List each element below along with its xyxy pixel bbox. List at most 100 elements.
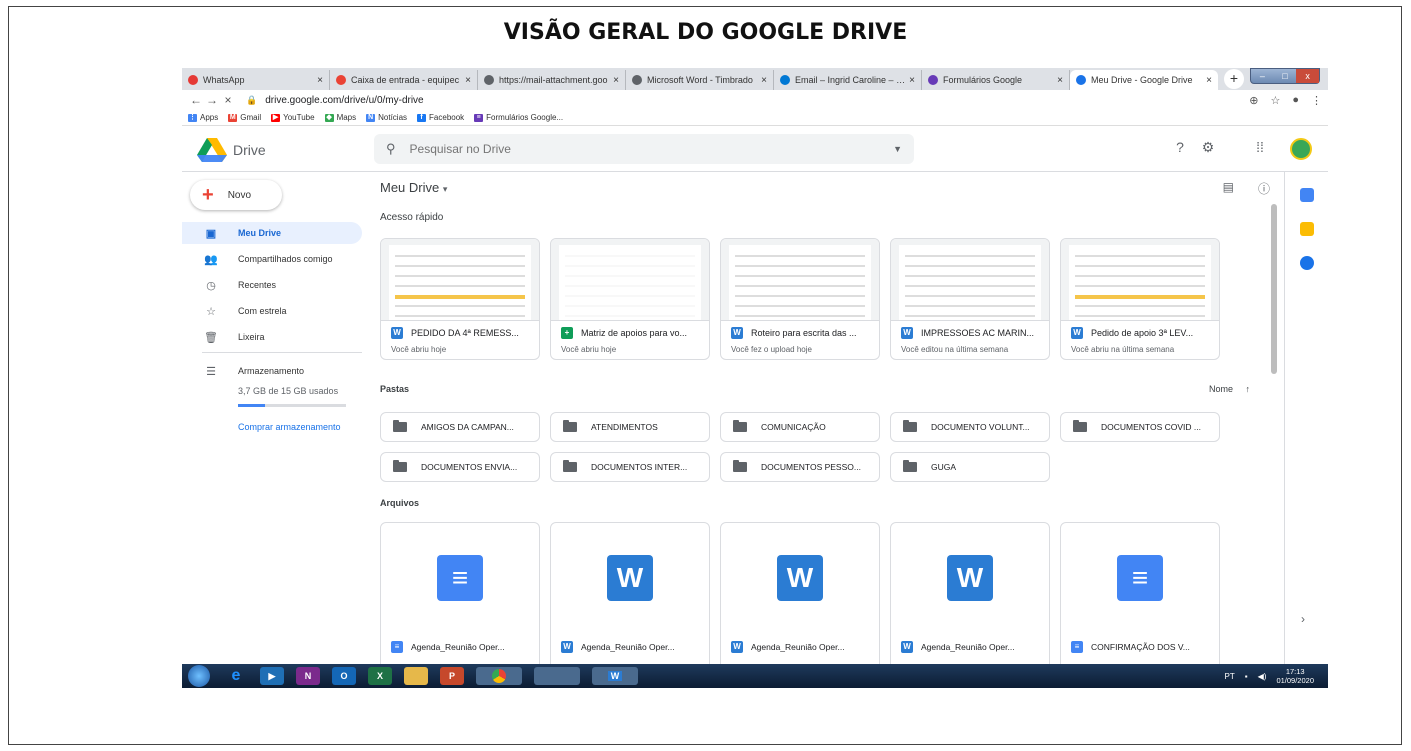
tab-close-icon[interactable]: × — [465, 75, 471, 86]
clock[interactable]: 17:13 01/09/2020 — [1276, 667, 1314, 685]
network-icon[interactable]: ▪ — [1245, 672, 1248, 681]
folder-item[interactable]: DOCUMENTOS COVID ... — [1060, 412, 1220, 442]
file-card[interactable]: ≡ ≡ CONFIRMAÇÃO DOS V... — [1060, 522, 1220, 664]
quick-access-card[interactable]: + Matriz de apoios para vo... Você abriu h… — [550, 238, 710, 360]
bookmark-4[interactable]: N Notícias — [366, 113, 407, 122]
word-icon[interactable]: W — [592, 667, 638, 685]
profile-icon[interactable]: ● — [1292, 94, 1299, 107]
language-indicator[interactable]: PT — [1225, 672, 1235, 681]
powerpoint-icon[interactable]: P — [440, 667, 464, 685]
volume-icon[interactable]: ◀) — [1258, 672, 1267, 681]
search-box[interactable]: ⚲ ▼ — [374, 134, 914, 164]
tab-3[interactable]: Microsoft Word - Timbrado × — [626, 70, 774, 90]
folder-item[interactable]: DOCUMENTOS INTER... — [550, 452, 710, 482]
new-tab-button[interactable]: + — [1224, 69, 1244, 89]
folder-icon — [563, 460, 577, 472]
clock-time: 17:13 — [1285, 667, 1305, 676]
help-icon[interactable]: ? — [1170, 139, 1190, 155]
sidebar-item-meu-drive[interactable]: ▣ Meu Drive — [182, 222, 362, 244]
outlook-icon[interactable]: O — [332, 667, 356, 685]
minimize-button[interactable]: – — [1251, 69, 1274, 83]
tab-close-icon[interactable]: × — [761, 75, 767, 86]
start-button[interactable] — [188, 665, 210, 687]
close-window-button[interactable]: x — [1296, 69, 1320, 83]
sidebar-item-storage[interactable]: ☰ Armazenamento — [182, 360, 362, 382]
search-icon[interactable]: ⚲ — [386, 141, 396, 157]
tab-close-icon[interactable]: × — [613, 75, 619, 86]
tab-close-icon[interactable]: × — [1206, 75, 1212, 86]
file-card[interactable]: W W Agenda_Reunião Oper... — [720, 522, 880, 664]
tab-5[interactable]: Formulários Google × — [922, 70, 1070, 90]
bookmark-1[interactable]: M Gmail — [228, 113, 261, 122]
tasks-icon[interactable] — [1300, 256, 1314, 270]
file-card[interactable]: W W Agenda_Reunião Oper... — [890, 522, 1050, 664]
search-options-icon[interactable]: ▼ — [893, 144, 902, 154]
menu-icon[interactable]: ⋮ — [1311, 94, 1322, 107]
sidebar-item-starred[interactable]: ☆ Com estrela — [182, 300, 362, 322]
sidebar-item-shared[interactable]: 👥 Compartilhados comigo — [182, 248, 362, 270]
keep-icon[interactable] — [1300, 222, 1314, 236]
bookmark-label: Apps — [200, 113, 219, 122]
info-icon[interactable]: ⓘ — [1258, 180, 1270, 197]
folder-item[interactable]: DOCUMENTOS PESSO... — [720, 452, 880, 482]
folder-item[interactable]: DOCUMENTOS ENVIA... — [380, 452, 540, 482]
app-icon[interactable]: ▶ — [260, 667, 284, 685]
file-card[interactable]: W W Agenda_Reunião Oper... — [550, 522, 710, 664]
back-button[interactable]: ← — [188, 93, 204, 107]
avatar[interactable] — [1290, 138, 1312, 160]
ie-icon[interactable]: e — [224, 667, 248, 685]
quick-access-card[interactable]: W Pedido de apoio 3ª LEV... Você abriu na … — [1060, 238, 1220, 360]
zoom-icon[interactable]: ⊕ — [1249, 94, 1258, 107]
tab-6[interactable]: Meu Drive - Google Drive × — [1070, 70, 1218, 90]
quick-access-card[interactable]: W IMPRESSOES AC MARIN... Você editou na úl… — [890, 238, 1050, 360]
quick-access-card[interactable]: W PEDIDO DA 4ª REMESS... Você abriu hoje — [380, 238, 540, 360]
file-card[interactable]: ≡ ≡ Agenda_Reunião Oper... — [380, 522, 540, 664]
tab-2[interactable]: https://mail-attachment.goo × — [478, 70, 626, 90]
folder-item[interactable]: GUGA — [890, 452, 1050, 482]
sidebar-item-trash[interactable]: 🗑 Lixeira — [182, 326, 362, 348]
bookmark-3[interactable]: ◆ Maps — [324, 113, 356, 122]
folder-item[interactable]: COMUNICAÇÃO — [720, 412, 880, 442]
bookmark-5[interactable]: f Facebook — [417, 113, 464, 122]
excel-icon[interactable]: X — [368, 667, 392, 685]
folder-item[interactable]: DOCUMENTO VOLUNT... — [890, 412, 1050, 442]
maximize-button[interactable]: □ — [1274, 69, 1297, 83]
folder-icon — [733, 420, 747, 432]
onenote-icon[interactable]: N — [296, 667, 320, 685]
quick-access-card[interactable]: W Roteiro para escrita das ... Você fez o … — [720, 238, 880, 360]
bookmark-0[interactable]: ⋮ Apps — [188, 113, 218, 122]
explorer-icon[interactable] — [534, 667, 580, 685]
bookmark-2[interactable]: ▶ YouTube — [271, 113, 315, 122]
drive-logo-icon[interactable] — [197, 138, 227, 162]
forward-button[interactable]: → — [204, 93, 220, 107]
tab-4[interactable]: Email – Ingrid Caroline – Ou × — [774, 70, 922, 90]
buy-storage-link[interactable]: Comprar armazenamento — [238, 422, 341, 432]
tab-list: WhatsApp × Caixa de entrada - equipec × http… — [182, 70, 1218, 90]
tab-close-icon[interactable]: × — [1057, 75, 1063, 86]
settings-icon[interactable]: ⚙ — [1198, 139, 1218, 156]
new-button[interactable]: + Novo — [190, 180, 282, 210]
folder-icon[interactable] — [404, 667, 428, 685]
tab-close-icon[interactable]: × — [909, 75, 915, 86]
search-input[interactable] — [409, 142, 894, 156]
stop-button[interactable]: × — [220, 93, 236, 107]
file-name: Agenda_Reunião Oper... — [581, 642, 675, 652]
sidebar-item-recent[interactable]: ◷ Recentes — [182, 274, 362, 296]
list-view-icon[interactable]: ▤ — [1223, 180, 1234, 197]
tab-close-icon[interactable]: × — [317, 75, 323, 86]
bookmark-6[interactable]: ≡ Formulários Google... — [474, 113, 563, 122]
thumbnail-line — [565, 295, 695, 297]
apps-grid-icon[interactable]: ⁞⁞ — [1250, 139, 1270, 155]
bookmark-star-icon[interactable]: ☆ — [1270, 94, 1280, 107]
tab-0[interactable]: WhatsApp × — [182, 70, 330, 90]
breadcrumb[interactable]: Meu Drive ▾ — [380, 180, 447, 195]
scrollbar[interactable] — [1271, 204, 1277, 374]
tab-1[interactable]: Caixa de entrada - equipec × — [330, 70, 478, 90]
chrome-icon[interactable] — [476, 667, 522, 685]
folder-item[interactable]: ATENDIMENTOS — [550, 412, 710, 442]
sort-control[interactable]: Nome ↑ — [1209, 384, 1250, 394]
calendar-icon[interactable] — [1300, 188, 1314, 202]
chevron-right-icon[interactable]: › — [1301, 612, 1305, 626]
folder-item[interactable]: AMIGOS DA CAMPAN... — [380, 412, 540, 442]
url-field[interactable]: drive.google.com/drive/u/0/my-drive — [265, 95, 423, 106]
